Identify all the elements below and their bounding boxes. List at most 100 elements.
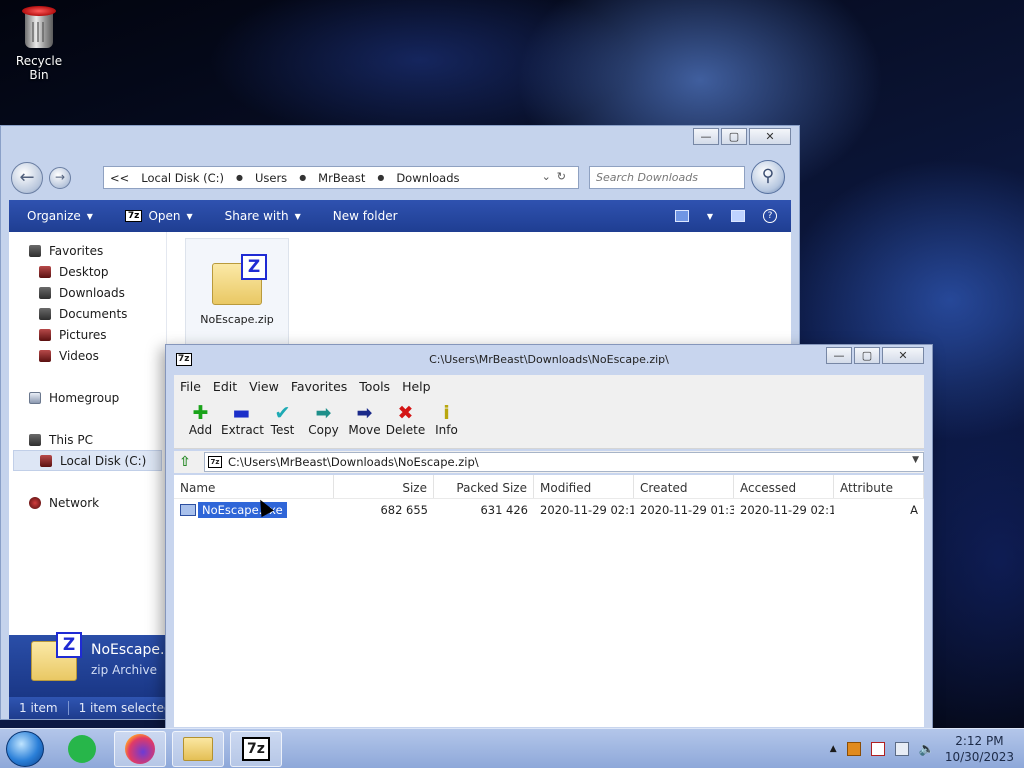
chevron-down-icon[interactable]: ▼ [912,455,919,465]
minimize-button[interactable]: — [693,128,719,145]
nav-documents-label: Documents [59,306,128,321]
details-file-type: zip Archive [91,663,157,677]
start-orb-icon[interactable] [6,731,44,767]
favorites-star-icon [29,244,41,257]
share-with-button[interactable]: Share with ▼ [207,209,315,223]
minus-icon: ▬ [232,402,251,424]
nav-this-pc-label: This PC [49,432,93,447]
nav-videos[interactable]: Videos [9,345,166,366]
change-view-icon[interactable] [674,210,689,222]
nav-this-pc[interactable]: This PC [9,429,166,450]
extract-button[interactable]: ▬ Extract [221,397,264,448]
search-input[interactable]: Search Downloads [589,166,745,189]
info-button[interactable]: i Info [426,397,467,448]
menu-file[interactable]: File [174,379,207,394]
nav-favorites[interactable]: Favorites [9,240,166,261]
column-attributes[interactable]: Attribute [834,475,924,498]
column-created[interactable]: Created [634,475,734,498]
copy-label: Copy [308,423,339,437]
pictures-icon [39,328,51,341]
delete-button[interactable]: ✖ Delete [385,397,426,448]
breadcrumb-separator-icon[interactable]: ● [377,173,384,182]
menu-help[interactable]: Help [396,379,437,394]
menu-view[interactable]: View [243,379,285,394]
cell-accessed: 2020-11-29 02:12 [740,503,834,517]
breadcrumb-local-disk[interactable]: Local Disk (C:) [141,171,224,185]
taskbar-app-7zip[interactable]: 7z [230,731,282,767]
recycle-bin-desktop-icon[interactable]: Recycle Bin [8,6,70,82]
organize-button[interactable]: Organize ▼ [9,209,107,223]
address-dropdown-refresh-icon[interactable]: ⌄↻ [542,170,572,183]
recycle-bin-icon [22,6,56,48]
breadcrumb-downloads[interactable]: Downloads [396,171,459,185]
table-row[interactable]: NoEscape.exe 682 655 631 426 2020-11-29 … [174,499,924,521]
breadcrumb-overflow[interactable]: << [110,171,129,185]
chevron-up-icon[interactable]: ▲ [830,744,837,754]
maximize-button[interactable]: ▢ [721,128,747,145]
recycle-bin-label: Recycle Bin [15,54,63,82]
7zip-menu-bar: File Edit View Favorites Tools Help [174,375,924,397]
column-size[interactable]: Size [334,475,434,498]
nav-downloads[interactable]: Downloads [9,282,166,303]
plus-icon: ✚ [192,402,209,424]
new-folder-label: New folder [332,209,398,223]
minimize-button[interactable]: — [826,347,852,364]
nav-homegroup[interactable]: Homegroup [9,387,166,408]
menu-tools[interactable]: Tools [353,379,396,394]
breadcrumb-mrbeast[interactable]: MrBeast [318,171,365,185]
nav-network[interactable]: Network [9,492,166,513]
flag-icon[interactable] [870,742,885,756]
back-arrow-icon[interactable]: ← [11,162,43,194]
file-item-noescape-zip[interactable]: Z NoEscape.zip [185,238,289,346]
7zip-title-bar[interactable]: 7z C:\Users\MrBeast\Downloads\NoEscape.z… [166,345,932,371]
nav-desktop[interactable]: Desktop [9,261,166,282]
clock[interactable]: 2:12 PM 10/30/2023 [945,733,1014,765]
up-folder-icon[interactable]: ⇧ [174,452,196,472]
column-name[interactable]: Name [174,475,334,498]
column-accessed[interactable]: Accessed [734,475,834,498]
column-packed-size[interactable]: Packed Size [434,475,534,498]
network-tray-icon[interactable] [894,742,909,756]
search-icon[interactable]: ⚲ [751,160,785,194]
volume-icon[interactable]: 🔈 [919,742,935,757]
move-button[interactable]: ➡ Move [344,397,385,448]
7zip-window-title: C:\Users\MrBeast\Downloads\NoEscape.zip\ [429,353,669,366]
7zip-path-input[interactable]: 7z C:\Users\MrBeast\Downloads\NoEscape.z… [204,452,924,472]
column-modified[interactable]: Modified [534,475,634,498]
chevron-down-icon[interactable]: ▼ [187,212,193,221]
chevron-down-icon[interactable]: ▼ [707,212,713,221]
preview-pane-icon[interactable] [731,210,745,222]
nav-local-disk-label: Local Disk (C:) [60,453,147,468]
test-button[interactable]: ✔ Test [262,397,303,448]
copy-button[interactable]: ➡ Copy [303,397,344,448]
status-item-count: 1 item [9,701,69,715]
taskbar-app-green[interactable] [56,731,108,767]
forward-arrow-icon[interactable]: → [49,167,71,189]
nav-pictures-label: Pictures [59,327,107,342]
new-folder-button[interactable]: New folder [315,209,412,223]
help-icon[interactable]: ? [763,209,777,223]
address-bar[interactable]: << Local Disk (C:) ● Users ● MrBeast ● D… [103,166,579,189]
nav-local-disk[interactable]: Local Disk (C:) [13,450,162,471]
move-label: Move [348,423,381,437]
close-button[interactable]: ✕ [882,347,924,364]
breadcrumb-separator-icon[interactable]: ● [299,173,306,182]
tray-app-icon[interactable] [846,742,861,756]
maximize-button[interactable]: ▢ [854,347,880,364]
cell-packed-size: 631 426 [480,503,528,517]
info-label: Info [435,423,458,437]
taskbar-app-explorer[interactable] [172,731,224,767]
breadcrumb-separator-icon[interactable]: ● [236,173,243,182]
nav-pictures[interactable]: Pictures [9,324,166,345]
breadcrumb-users[interactable]: Users [255,171,287,185]
homegroup-icon [29,391,41,404]
taskbar-app-firefox[interactable] [114,731,166,767]
close-button[interactable]: ✕ [749,128,791,145]
menu-favorites[interactable]: Favorites [285,379,353,394]
chat-app-icon [68,735,96,763]
add-button[interactable]: ✚ Add [180,397,221,448]
nav-documents[interactable]: Documents [9,303,166,324]
menu-edit[interactable]: Edit [207,379,243,394]
open-button[interactable]: 7z Open ▼ [107,209,207,223]
system-tray: ▲ 🔈 2:12 PM 10/30/2023 [830,733,1014,765]
